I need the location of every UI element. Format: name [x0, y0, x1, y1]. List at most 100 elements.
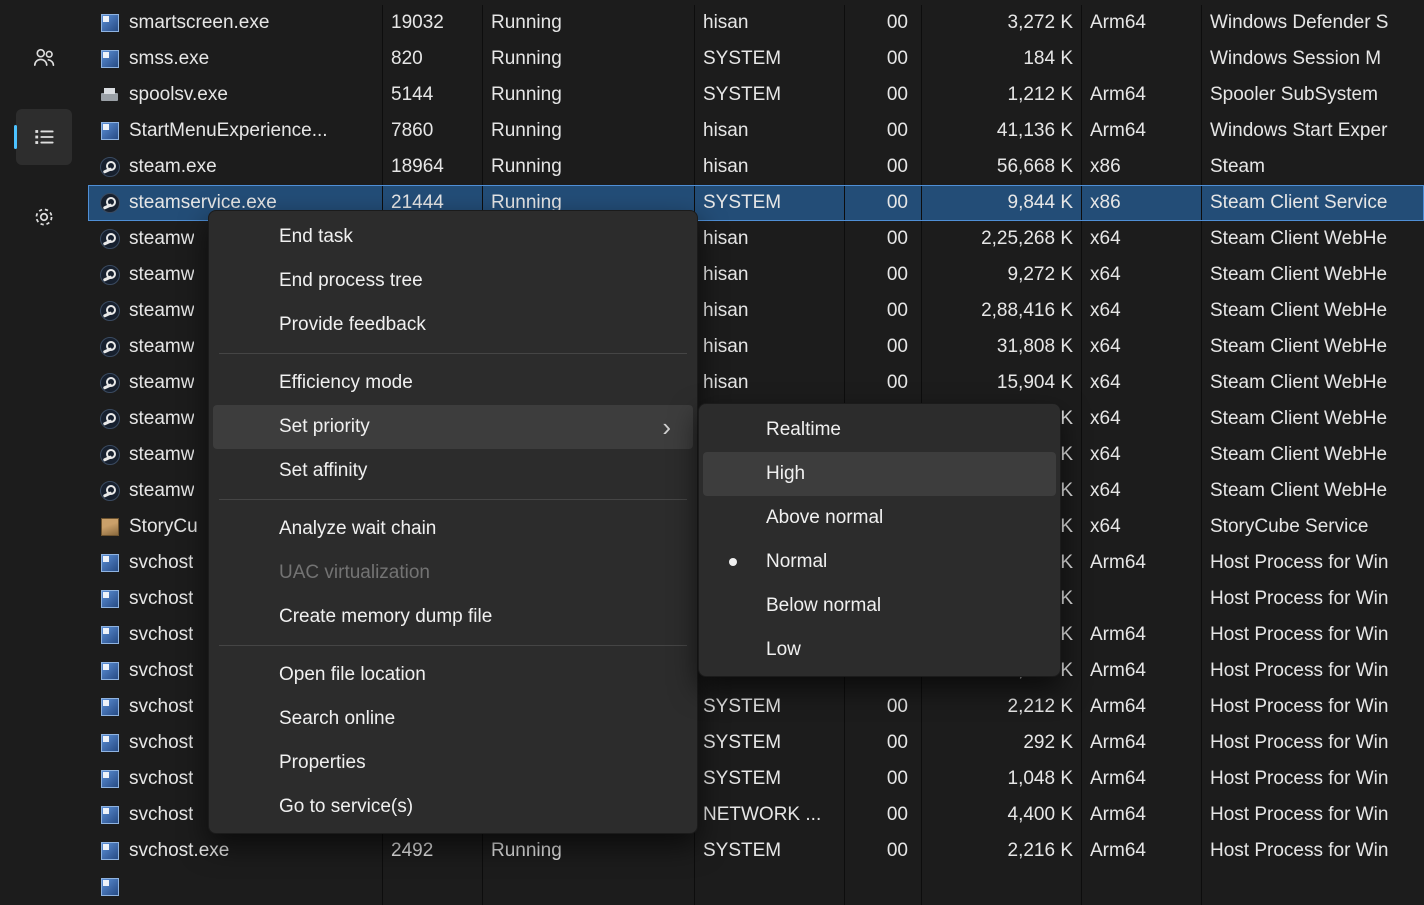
process-user: SYSTEM — [695, 725, 845, 761]
menu-item-go-to-service-s[interactable]: Go to service(s) — [213, 785, 693, 829]
menu-item-set-priority[interactable]: Set priority› — [213, 405, 693, 449]
submenu-item-above-normal[interactable]: Above normal — [703, 496, 1056, 540]
process-architecture: Arm64 — [1082, 617, 1202, 653]
submenu-item-high[interactable]: High — [703, 452, 1056, 496]
menu-item-create-memory-dump-file[interactable]: Create memory dump file — [213, 595, 693, 639]
process-user: SYSTEM — [695, 689, 845, 725]
process-memory: 2,216 K — [922, 833, 1082, 869]
menu-item-open-file-location[interactable]: Open file location — [213, 653, 693, 697]
process-architecture: x64 — [1082, 473, 1202, 509]
process-pid — [383, 869, 483, 905]
process-row-startmenuexperience[interactable]: StartMenuExperience...7860Runninghisan00… — [88, 113, 1424, 149]
menu-item-search-online[interactable]: Search online — [213, 697, 693, 741]
process-description: Steam Client WebHe — [1202, 365, 1424, 401]
process-architecture: Arm64 — [1082, 797, 1202, 833]
process-memory: 2,212 K — [922, 689, 1082, 725]
menu-item-uac-virtualization[interactable]: UAC virtualization — [213, 551, 693, 595]
process-cpu: 00 — [845, 365, 922, 401]
process-cpu: 00 — [845, 725, 922, 761]
sidebar-item-users[interactable] — [16, 29, 72, 85]
process-status: Running — [483, 5, 695, 41]
menu-item-label: Properties — [279, 752, 677, 774]
process-description — [1202, 869, 1424, 905]
process-memory: 31,808 K — [922, 329, 1082, 365]
menu-item-properties[interactable]: Properties — [213, 741, 693, 785]
process-description: Host Process for Win — [1202, 761, 1424, 797]
process-architecture: x64 — [1082, 257, 1202, 293]
menu-item-end-process-tree[interactable]: End process tree — [213, 259, 693, 303]
menu-item-label: End process tree — [279, 270, 677, 292]
submenu-item-label: Low — [766, 639, 1040, 661]
process-description: Steam Client Service — [1202, 185, 1424, 221]
menu-item-label: Go to service(s) — [279, 796, 677, 818]
process-pid: 820 — [383, 41, 483, 77]
process-name: svchost — [129, 761, 193, 797]
process-memory: 9,272 K — [922, 257, 1082, 293]
process-cpu: 00 — [845, 329, 922, 365]
exe-file-icon — [101, 806, 119, 824]
submenu-item-label: High — [766, 463, 1040, 485]
steam-file-icon — [100, 409, 120, 429]
process-name: svchost.exe — [129, 833, 229, 869]
menu-item-set-affinity[interactable]: Set affinity — [213, 449, 693, 493]
process-memory: 1,212 K — [922, 77, 1082, 113]
submenu-item-label: Realtime — [766, 419, 1040, 441]
submenu-item-realtime[interactable]: Realtime — [703, 408, 1056, 452]
process-user: SYSTEM — [695, 41, 845, 77]
process-row-svchost-exe[interactable]: svchost.exe2492RunningSYSTEM002,216 KArm… — [88, 833, 1424, 869]
process-row-smartscreen-exe[interactable]: smartscreen.exe19032Runninghisan003,272 … — [88, 5, 1424, 41]
process-name: svchost — [129, 581, 193, 617]
process-pid: 18964 — [383, 149, 483, 185]
exe-file-icon — [101, 14, 119, 32]
submenu-item-below-normal[interactable]: Below normal — [703, 584, 1056, 628]
sidebar-item-settings[interactable] — [16, 189, 72, 245]
process-name: svchost — [129, 653, 193, 689]
process-user: hisan — [695, 113, 845, 149]
process-memory: 184 K — [922, 41, 1082, 77]
menu-item-efficiency-mode[interactable]: Efficiency mode — [213, 361, 693, 405]
menu-item-label: Open file location — [279, 664, 677, 686]
process-name: svchost — [129, 689, 193, 725]
submenu-item-low[interactable]: Low — [703, 628, 1056, 672]
process-description: Steam — [1202, 149, 1424, 185]
process-row[interactable] — [88, 869, 1424, 905]
exe-file-icon — [101, 878, 119, 896]
process-description: Windows Session M — [1202, 41, 1424, 77]
menu-item-label: Set priority — [279, 416, 662, 438]
menu-item-analyze-wait-chain[interactable]: Analyze wait chain — [213, 507, 693, 551]
steam-file-icon — [100, 445, 120, 465]
steam-file-icon — [100, 301, 120, 321]
process-name: StartMenuExperience... — [129, 113, 328, 149]
menu-item-provide-feedback[interactable]: Provide feedback — [213, 303, 693, 347]
menu-item-label: Efficiency mode — [279, 372, 677, 394]
process-memory: 56,668 K — [922, 149, 1082, 185]
process-architecture: x64 — [1082, 365, 1202, 401]
process-memory: 2,25,268 K — [922, 221, 1082, 257]
exe-file-icon — [101, 842, 119, 860]
process-row-smss-exe[interactable]: smss.exe820RunningSYSTEM00184 KWindows S… — [88, 41, 1424, 77]
process-name: steamw — [129, 473, 194, 509]
process-memory: 41,136 K — [922, 113, 1082, 149]
printer-file-icon — [100, 85, 120, 105]
process-architecture: Arm64 — [1082, 653, 1202, 689]
process-name: svchost — [129, 617, 193, 653]
menu-item-end-task[interactable]: End task — [213, 215, 693, 259]
process-name-cell: smss.exe — [88, 41, 383, 77]
gear-icon — [31, 204, 57, 230]
submenu-item-label: Normal — [766, 551, 1040, 573]
process-architecture: x64 — [1082, 401, 1202, 437]
menu-separator — [219, 645, 687, 646]
process-name: svchost — [129, 545, 193, 581]
exe-file-icon — [101, 590, 119, 608]
process-name: steamw — [129, 401, 194, 437]
process-row-steam-exe[interactable]: steam.exe18964Runninghisan0056,668 Kx86S… — [88, 149, 1424, 185]
process-description: Host Process for Win — [1202, 725, 1424, 761]
sidebar-item-details[interactable] — [16, 109, 72, 165]
process-architecture: Arm64 — [1082, 5, 1202, 41]
menu-item-label: End task — [279, 226, 677, 248]
process-status: Running — [483, 149, 695, 185]
process-name-cell: svchost.exe — [88, 833, 383, 869]
submenu-item-normal[interactable]: Normal — [703, 540, 1056, 584]
process-row-spoolsv-exe[interactable]: spoolsv.exe5144RunningSYSTEM001,212 KArm… — [88, 77, 1424, 113]
process-name-cell: spoolsv.exe — [88, 77, 383, 113]
